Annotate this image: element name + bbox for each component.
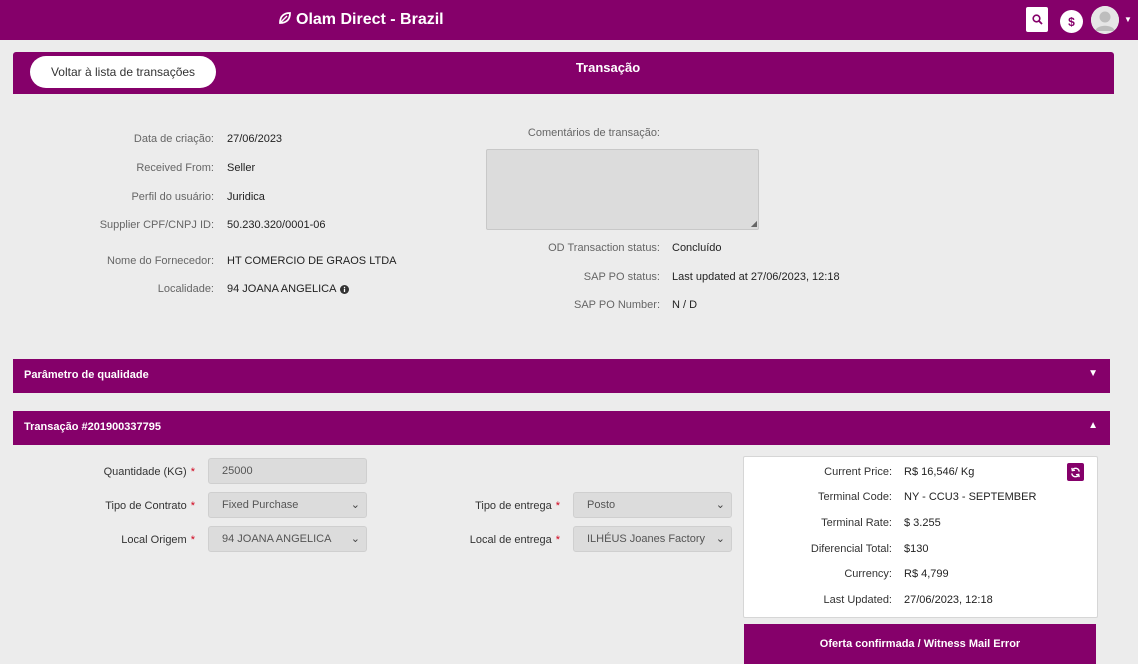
- leaf-icon: [278, 11, 292, 30]
- contract-type-value: Fixed Purchase: [222, 499, 299, 511]
- search-icon: [1031, 14, 1043, 25]
- quality-section-title: Parâmetro de qualidade: [24, 369, 149, 381]
- delivery-location-label: Local de entrega *: [469, 534, 560, 546]
- delivery-type-label: Tipo de entrega *: [475, 500, 560, 512]
- info-icon[interactable]: [340, 284, 350, 294]
- quality-parameters-section[interactable]: Parâmetro de qualidade ▼: [13, 359, 1110, 393]
- currency-label: Currency:: [844, 568, 892, 580]
- terminal-rate-label: Terminal Rate:: [821, 517, 892, 529]
- dollar-icon: $: [1068, 14, 1075, 29]
- comments-label: Comentários de transação:: [527, 127, 660, 139]
- expand-arrow-icon[interactable]: ▼: [1088, 368, 1098, 379]
- origin-select[interactable]: 94 JOANA ANGELICA ⌄: [208, 526, 367, 552]
- current-price-label: Current Price:: [824, 466, 892, 478]
- offer-status-bar[interactable]: Oferta confirmada / Witness Mail Error: [744, 624, 1096, 664]
- delivery-type-select[interactable]: Posto ⌄: [573, 492, 732, 518]
- sap-po-number-label: SAP PO Number:: [574, 299, 660, 311]
- supplier-name-value: HT COMERCIO DE GRAOS LTDA: [227, 255, 397, 267]
- resize-grip-icon[interactable]: ◢: [751, 219, 757, 228]
- user-icon: [1091, 6, 1119, 34]
- locality-value-wrap: 94 JOANA ANGELICA: [227, 283, 350, 295]
- user-profile-label: Perfil do usuário:: [131, 191, 214, 203]
- origin-label: Local Origem *: [121, 534, 195, 546]
- avatar[interactable]: [1091, 6, 1119, 34]
- delivery-location-value: ILHÉUS Joanes Factory: [587, 533, 705, 545]
- quantity-label: Quantidade (KG) *: [103, 466, 195, 478]
- contract-type-label: Tipo de Contrato *: [105, 500, 195, 512]
- supplier-id-value: 50.230.320/0001-06: [227, 219, 326, 231]
- differential-total-value: $130: [904, 543, 929, 555]
- sap-po-number-value: N / D: [672, 299, 698, 311]
- currency-value: R$ 4,799: [904, 568, 949, 580]
- delivery-type-value: Posto: [587, 499, 616, 511]
- locality-label: Localidade:: [157, 283, 214, 295]
- chevron-down-icon: ⌄: [715, 499, 725, 511]
- origin-value: 94 JOANA ANGELICA: [222, 533, 332, 545]
- pricing-panel: Current Price: R$ 16,546/ Kg Terminal Co…: [743, 456, 1098, 618]
- caret-down-icon[interactable]: ▼: [1124, 15, 1132, 24]
- terminal-code-label: Terminal Code:: [818, 491, 892, 503]
- chevron-down-icon: ⌄: [350, 499, 360, 511]
- page-title: Transação: [575, 60, 641, 75]
- locality-value: 94 JOANA ANGELICA: [227, 283, 337, 295]
- transaction-section[interactable]: Transação #201900337795 ▲: [13, 411, 1110, 445]
- currency-button[interactable]: $: [1060, 10, 1083, 33]
- quantity-value: 25000: [222, 465, 253, 477]
- refresh-button[interactable]: [1067, 463, 1084, 481]
- top-navbar: [0, 0, 1138, 40]
- sap-po-status-label: SAP PO status:: [583, 271, 660, 283]
- quantity-input[interactable]: 25000: [208, 458, 367, 484]
- creation-date-value: 27/06/2023: [227, 133, 283, 145]
- search-button[interactable]: [1026, 7, 1048, 32]
- terminal-code-value: NY - CCU3 - SEPTEMBER: [904, 491, 1037, 503]
- od-status-label: OD Transaction status:: [548, 242, 660, 254]
- received-from-label: Received From:: [136, 162, 214, 174]
- supplier-name-label: Nome do Fornecedor:: [107, 255, 214, 267]
- supplier-id-label: Supplier CPF/CNPJ ID:: [99, 219, 214, 231]
- refresh-icon: [1071, 467, 1080, 477]
- transaction-section-title: Transação #201900337795: [24, 421, 162, 433]
- last-updated-value: 27/06/2023, 12:18: [904, 594, 993, 606]
- creation-date-label: Data de criação:: [133, 133, 214, 145]
- back-to-list-button[interactable]: Voltar à lista de transações: [30, 56, 216, 88]
- user-profile-value: Juridica: [227, 191, 265, 203]
- sap-po-status-value: Last updated at 27/06/2023, 12:18: [672, 271, 840, 283]
- brand[interactable]: Olam Direct - Brazil: [278, 10, 444, 30]
- current-price-value: R$ 16,546/ Kg: [904, 466, 975, 478]
- received-from-value: Seller: [227, 162, 256, 174]
- collapse-arrow-icon[interactable]: ▲: [1088, 420, 1098, 431]
- terminal-rate-value: $ 3.255: [904, 517, 941, 529]
- comments-textarea[interactable]: ◢: [486, 149, 759, 230]
- last-updated-label: Last Updated:: [823, 594, 893, 606]
- delivery-location-select[interactable]: ILHÉUS Joanes Factory ⌄: [573, 526, 732, 552]
- chevron-down-icon: ⌄: [350, 533, 360, 545]
- od-status-value: Concluído: [672, 242, 722, 254]
- contract-type-select[interactable]: Fixed Purchase ⌄: [208, 492, 367, 518]
- brand-name: Olam Direct - Brazil: [296, 11, 444, 28]
- differential-total-label: Diferencial Total:: [810, 543, 892, 555]
- chevron-down-icon: ⌄: [713, 532, 725, 545]
